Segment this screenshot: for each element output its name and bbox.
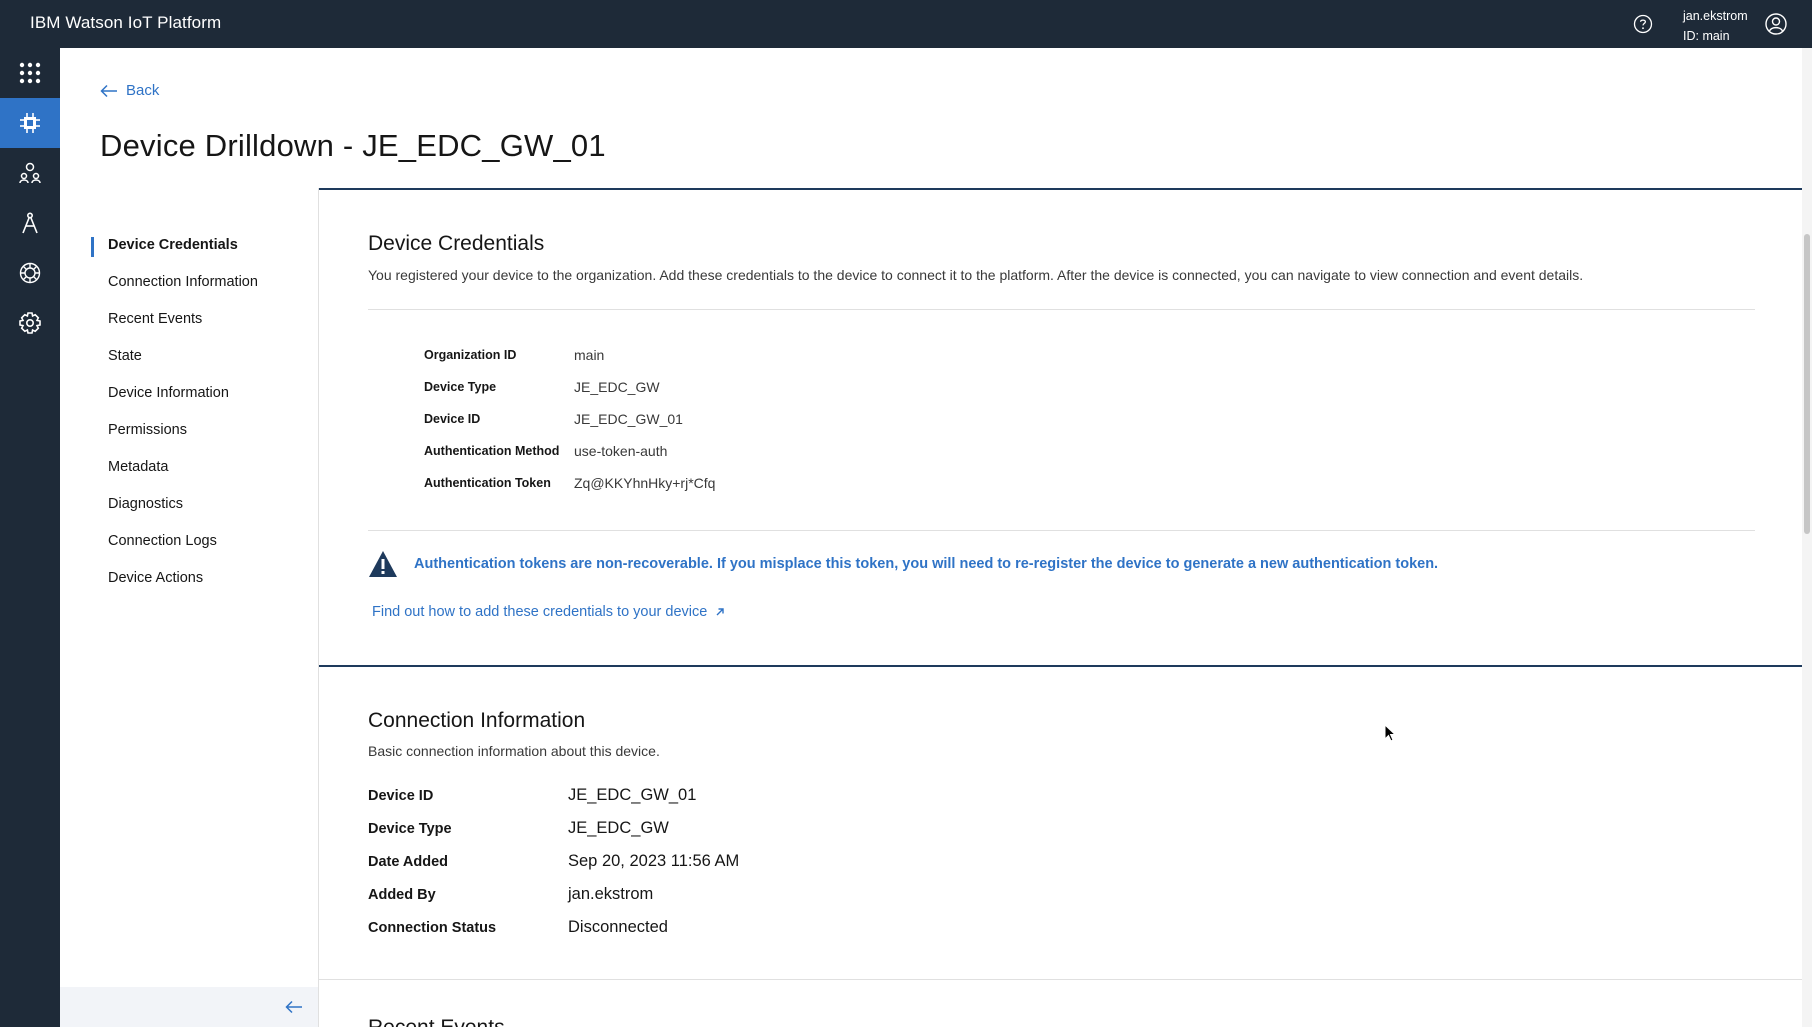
rules-icon <box>19 262 41 284</box>
user-avatar-icon[interactable] <box>1764 12 1788 36</box>
nav-item-device-actions[interactable]: Device Actions <box>108 570 203 586</box>
nav-item-device-credentials[interactable]: Device Credentials <box>108 237 238 253</box>
credentials-description: You registered your device to the organi… <box>368 267 1584 283</box>
section-nav: Device Credentials Connection Informatio… <box>60 188 319 987</box>
rail-settings[interactable] <box>0 298 60 348</box>
page-header: Back Device Drilldown - JE_EDC_GW_01 <box>60 48 1802 188</box>
connection-label: Device Type <box>368 821 452 837</box>
rail-devices[interactable] <box>0 98 60 148</box>
devices-icon <box>20 113 40 133</box>
connection-value: Sep 20, 2023 11:56 AM <box>568 852 740 870</box>
connection-label: Date Added <box>368 854 449 870</box>
brand-title[interactable]: IBM Watson IoT Platform <box>30 13 221 33</box>
settings-icon <box>19 312 41 334</box>
credential-value[interactable]: JE_EDC_GW <box>574 379 660 395</box>
help-link-label: Find out how to add these credentials to… <box>372 604 708 620</box>
scrollbar-thumb[interactable] <box>1804 234 1810 534</box>
back-arrow-icon <box>100 84 117 97</box>
credential-value[interactable]: JE_EDC_GW_01 <box>574 411 683 427</box>
connection-status-value: Disconnected <box>568 918 668 936</box>
nav-item-connection-logs[interactable]: Connection Logs <box>108 533 217 549</box>
mouse-cursor-icon <box>1384 724 1396 742</box>
connection-value: JE_EDC_GW_01 <box>568 786 697 804</box>
connection-row: Device Type JE_EDC_GW <box>368 819 669 838</box>
warning-text: Authentication tokens are non-recoverabl… <box>414 556 1439 572</box>
back-link[interactable]: Back <box>100 82 159 99</box>
divider <box>368 309 1755 310</box>
credential-label: Organization ID <box>424 348 517 362</box>
nav-item-recent-events[interactable]: Recent Events <box>108 311 202 327</box>
app-switcher-button[interactable] <box>0 48 60 98</box>
credential-label: Device ID <box>424 412 481 426</box>
credential-label: Device Type <box>424 380 497 394</box>
connection-value: JE_EDC_GW <box>568 819 669 837</box>
connection-title: Connection Information <box>368 709 586 732</box>
nav-item-connection-information[interactable]: Connection Information <box>108 274 258 290</box>
connection-row: Device ID JE_EDC_GW_01 <box>368 786 696 805</box>
credential-row: Device ID JE_EDC_GW_01 <box>424 411 683 427</box>
icon-rail <box>0 48 60 1027</box>
section-divider <box>319 665 1802 667</box>
nav-item-device-information[interactable]: Device Information <box>108 385 229 401</box>
user-name: jan.ekstrom <box>1683 9 1748 23</box>
credential-value[interactable]: use-token-auth <box>574 443 667 459</box>
connection-label: Added By <box>368 887 436 903</box>
connection-row: Connection Status Disconnected <box>368 918 668 937</box>
connection-row: Date Added Sep 20, 2023 11:56 AM <box>368 852 739 871</box>
main-content[interactable]: Device Credentials You registered your d… <box>319 188 1802 1027</box>
connection-row: Added By jan.ekstrom <box>368 885 653 904</box>
help-icon[interactable] <box>1633 14 1653 34</box>
auth-token-value[interactable]: Zq@KKYhnHky+rj*Cfq <box>574 475 715 491</box>
user-org-id: ID: main <box>1683 29 1730 43</box>
credential-row: Authentication Token Zq@KKYhnHky+rj*Cfq <box>424 475 715 491</box>
nav-item-permissions[interactable]: Permissions <box>108 422 187 438</box>
external-link-icon <box>716 608 725 616</box>
collapse-arrow-icon[interactable] <box>284 997 304 1017</box>
warning-icon <box>369 551 397 577</box>
page-scrollbar[interactable] <box>1802 48 1812 1027</box>
connection-label: Connection Status <box>368 920 497 936</box>
rail-apps[interactable] <box>0 198 60 248</box>
nav-item-diagnostics[interactable]: Diagnostics <box>108 496 183 512</box>
rail-rules[interactable] <box>0 248 60 298</box>
credential-row: Authentication Method use-token-auth <box>424 443 667 459</box>
credential-value[interactable]: main <box>574 347 604 363</box>
members-icon <box>19 162 41 184</box>
section-divider <box>319 188 1802 190</box>
credential-label: Authentication Method <box>424 444 560 458</box>
credentials-title: Device Credentials <box>368 232 545 255</box>
connection-value: jan.ekstrom <box>568 885 654 903</box>
nav-item-state[interactable]: State <box>108 348 142 364</box>
divider <box>368 530 1755 531</box>
nav-item-metadata[interactable]: Metadata <box>108 459 168 475</box>
connection-label: Device ID <box>368 788 434 804</box>
credential-row: Organization ID main <box>424 347 604 363</box>
credential-label: Authentication Token <box>424 476 551 490</box>
divider <box>319 979 1802 980</box>
token-warning: Authentication tokens are non-recoverabl… <box>368 550 1438 578</box>
user-info[interactable]: jan.ekstrom ID: main <box>1683 6 1748 46</box>
back-label: Back <box>126 82 160 99</box>
connection-description: Basic connection information about this … <box>368 743 660 759</box>
app-switcher-icon <box>19 62 41 84</box>
apps-icon <box>22 212 38 234</box>
credential-row: Device Type JE_EDC_GW <box>424 379 660 395</box>
nav-active-indicator <box>91 237 94 257</box>
nav-footer <box>60 987 319 1027</box>
recent-events-title: Recent Events <box>368 1016 505 1027</box>
top-bar: IBM Watson IoT Platform jan.ekstrom ID: … <box>0 0 1812 48</box>
page-title: Device Drilldown - JE_EDC_GW_01 <box>100 128 606 163</box>
credentials-help-link[interactable]: Find out how to add these credentials to… <box>372 604 725 620</box>
rail-members[interactable] <box>0 148 60 198</box>
